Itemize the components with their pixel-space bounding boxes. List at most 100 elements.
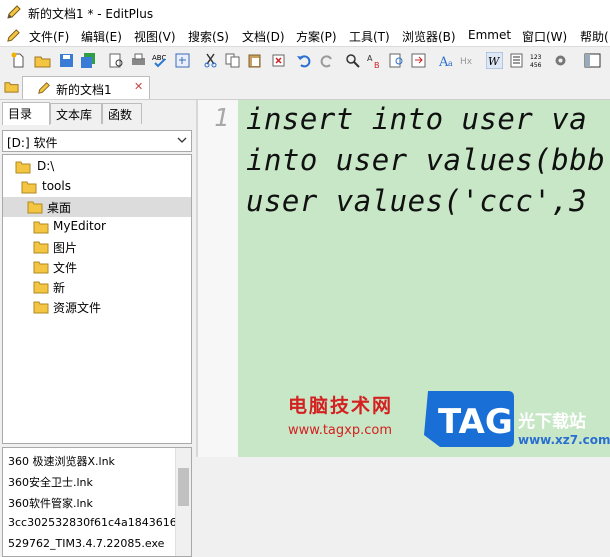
tree-item[interactable]: 新: [3, 277, 191, 297]
tree-item-label: 资源文件: [53, 301, 102, 315]
new-file-icon[interactable]: [10, 52, 27, 69]
print-preview-icon[interactable]: [108, 52, 125, 69]
folder-open-icon: [21, 181, 37, 194]
file-list-scrollbar[interactable]: [175, 448, 191, 556]
tree-item-label: D:\: [37, 159, 55, 173]
settings-icon[interactable]: [552, 52, 569, 69]
code-line[interactable]: user values('ccc',3: [246, 184, 587, 218]
tree-item-label: 图片: [53, 241, 78, 255]
watermark-url: www.tagxp.com: [288, 423, 392, 438]
tree-item[interactable]: 文件: [3, 257, 191, 277]
list-item[interactable]: 360 极速浏览器X.lnk: [8, 453, 115, 469]
document-tab-bar: 新的文档1 ✕: [0, 75, 610, 100]
window-title: 新的文档1 * - EditPlus: [28, 7, 154, 21]
list-item[interactable]: 360安全卫士.lnk: [8, 474, 93, 490]
find-icon[interactable]: [344, 52, 361, 69]
tree-item[interactable]: tools: [3, 177, 191, 197]
menu-edit[interactable]: 编辑(E): [81, 28, 122, 45]
title-bar: 新的文档1 * - EditPlus: [0, 0, 610, 24]
fullscreen-icon[interactable]: [584, 52, 601, 69]
folder-icon: [33, 261, 49, 274]
folder-icon: [33, 221, 49, 234]
tree-item[interactable]: 资源文件: [3, 297, 191, 317]
drive-select-value: [D:] 软件: [7, 136, 58, 150]
close-icon[interactable]: ✕: [134, 80, 143, 93]
list-item[interactable]: 3cc302532830f61c4a1843616: [8, 516, 177, 529]
folder-open-icon: [15, 161, 31, 174]
tab-functions[interactable]: 函数: [102, 103, 142, 124]
menu-help[interactable]: 帮助(: [580, 28, 609, 45]
list-item[interactable]: 529762_TIM3.4.7.22085.exe: [8, 537, 164, 550]
cut-icon[interactable]: [202, 52, 219, 69]
code-line[interactable]: insert into user va: [246, 102, 587, 136]
open-folder-icon[interactable]: [34, 52, 51, 69]
menu-bar: 文件(F) 编辑(E) 视图(V) 搜索(S) 文档(D) 方案(P) 工具(T…: [0, 24, 610, 46]
spell-check-icon[interactable]: ABC: [152, 52, 169, 69]
line-number: 1: [213, 103, 229, 132]
list-item[interactable]: 360软件管家.lnk: [8, 495, 93, 511]
tree-item-label: tools: [42, 179, 71, 193]
watermark-site-name: 电脑技术网: [288, 395, 394, 417]
tree-item-label: MyEditor: [53, 219, 106, 233]
menu-window[interactable]: 窗口(W): [522, 28, 567, 45]
tree-item-label: 文件: [53, 261, 78, 275]
watermark-side-text: 光下载站: [518, 412, 586, 432]
tag-logo: TAG: [424, 391, 514, 447]
scrollbar-thumb[interactable]: [178, 468, 189, 506]
directory-panel: 目录 文本库 函数 [D:] 软件 D:\ tools 桌面 MyEditor …: [0, 100, 196, 557]
replace-icon[interactable]: AB: [366, 52, 383, 69]
menu-project[interactable]: 方案(P): [296, 28, 337, 45]
folder-open-icon: [27, 201, 43, 214]
word-wrap-icon[interactable]: W: [486, 52, 503, 69]
svg-text:123: 123: [530, 54, 542, 61]
editplus-app-icon: [7, 5, 21, 19]
delete-icon[interactable]: [270, 52, 287, 69]
svg-text:A: A: [367, 54, 373, 63]
tree-item-label: 新: [53, 281, 66, 295]
undo-icon[interactable]: [296, 52, 313, 69]
menu-emmet[interactable]: Emmet: [468, 28, 511, 42]
menu-browser[interactable]: 浏览器(B): [402, 28, 456, 45]
tag-logo-text: TAG: [438, 402, 513, 442]
svg-text:W: W: [488, 55, 501, 68]
tab-label: 新的文档1: [56, 83, 112, 97]
tab-cliptext[interactable]: 文本库: [50, 103, 102, 124]
folder-icon[interactable]: [4, 79, 19, 94]
hex-icon[interactable]: Hx: [460, 52, 477, 69]
redo-icon[interactable]: [318, 52, 335, 69]
browser-preview-icon[interactable]: [174, 52, 191, 69]
folder-icon: [33, 241, 49, 254]
watermark-side-url: www.xz7.com: [518, 433, 610, 447]
find-in-files-icon[interactable]: [388, 52, 405, 69]
menu-tools[interactable]: 工具(T): [349, 28, 390, 45]
print-icon[interactable]: [130, 52, 147, 69]
menu-view[interactable]: 视图(V): [134, 28, 176, 45]
folder-tree: D:\ tools 桌面 MyEditor 图片 文件 新 资源文件: [2, 154, 192, 444]
save-icon[interactable]: [58, 52, 75, 69]
column-select-icon[interactable]: [508, 52, 525, 69]
editplus-menu-icon[interactable]: [6, 28, 21, 43]
tab-directory[interactable]: 目录: [2, 102, 50, 125]
ruler-icon[interactable]: 123456: [530, 52, 547, 69]
tree-item-selected[interactable]: 桌面: [3, 197, 191, 217]
drive-select[interactable]: [D:] 软件: [2, 130, 192, 152]
save-all-icon[interactable]: [80, 52, 97, 69]
font-icon[interactable]: Aa: [438, 52, 455, 69]
tree-item[interactable]: MyEditor: [3, 217, 191, 237]
tree-item[interactable]: 图片: [3, 237, 191, 257]
tree-item[interactable]: D:\: [3, 157, 191, 177]
tree-item-label: 桌面: [47, 201, 72, 215]
menu-file[interactable]: 文件(F): [29, 28, 69, 45]
folder-icon: [33, 281, 49, 294]
svg-text:a: a: [448, 59, 453, 68]
menu-search[interactable]: 搜索(S): [188, 28, 229, 45]
toolbar: ABC AB Aa Hx W 123 456: [0, 46, 610, 76]
paste-icon[interactable]: [246, 52, 263, 69]
goto-icon[interactable]: [410, 52, 427, 69]
menu-document[interactable]: 文档(D): [242, 28, 285, 45]
code-line[interactable]: into user values(bbb: [246, 143, 605, 177]
pencil-icon: [38, 82, 50, 94]
copy-icon[interactable]: [224, 52, 241, 69]
tab-new-document-1[interactable]: 新的文档1 ✕: [22, 76, 150, 99]
svg-text:Hx: Hx: [460, 57, 473, 67]
